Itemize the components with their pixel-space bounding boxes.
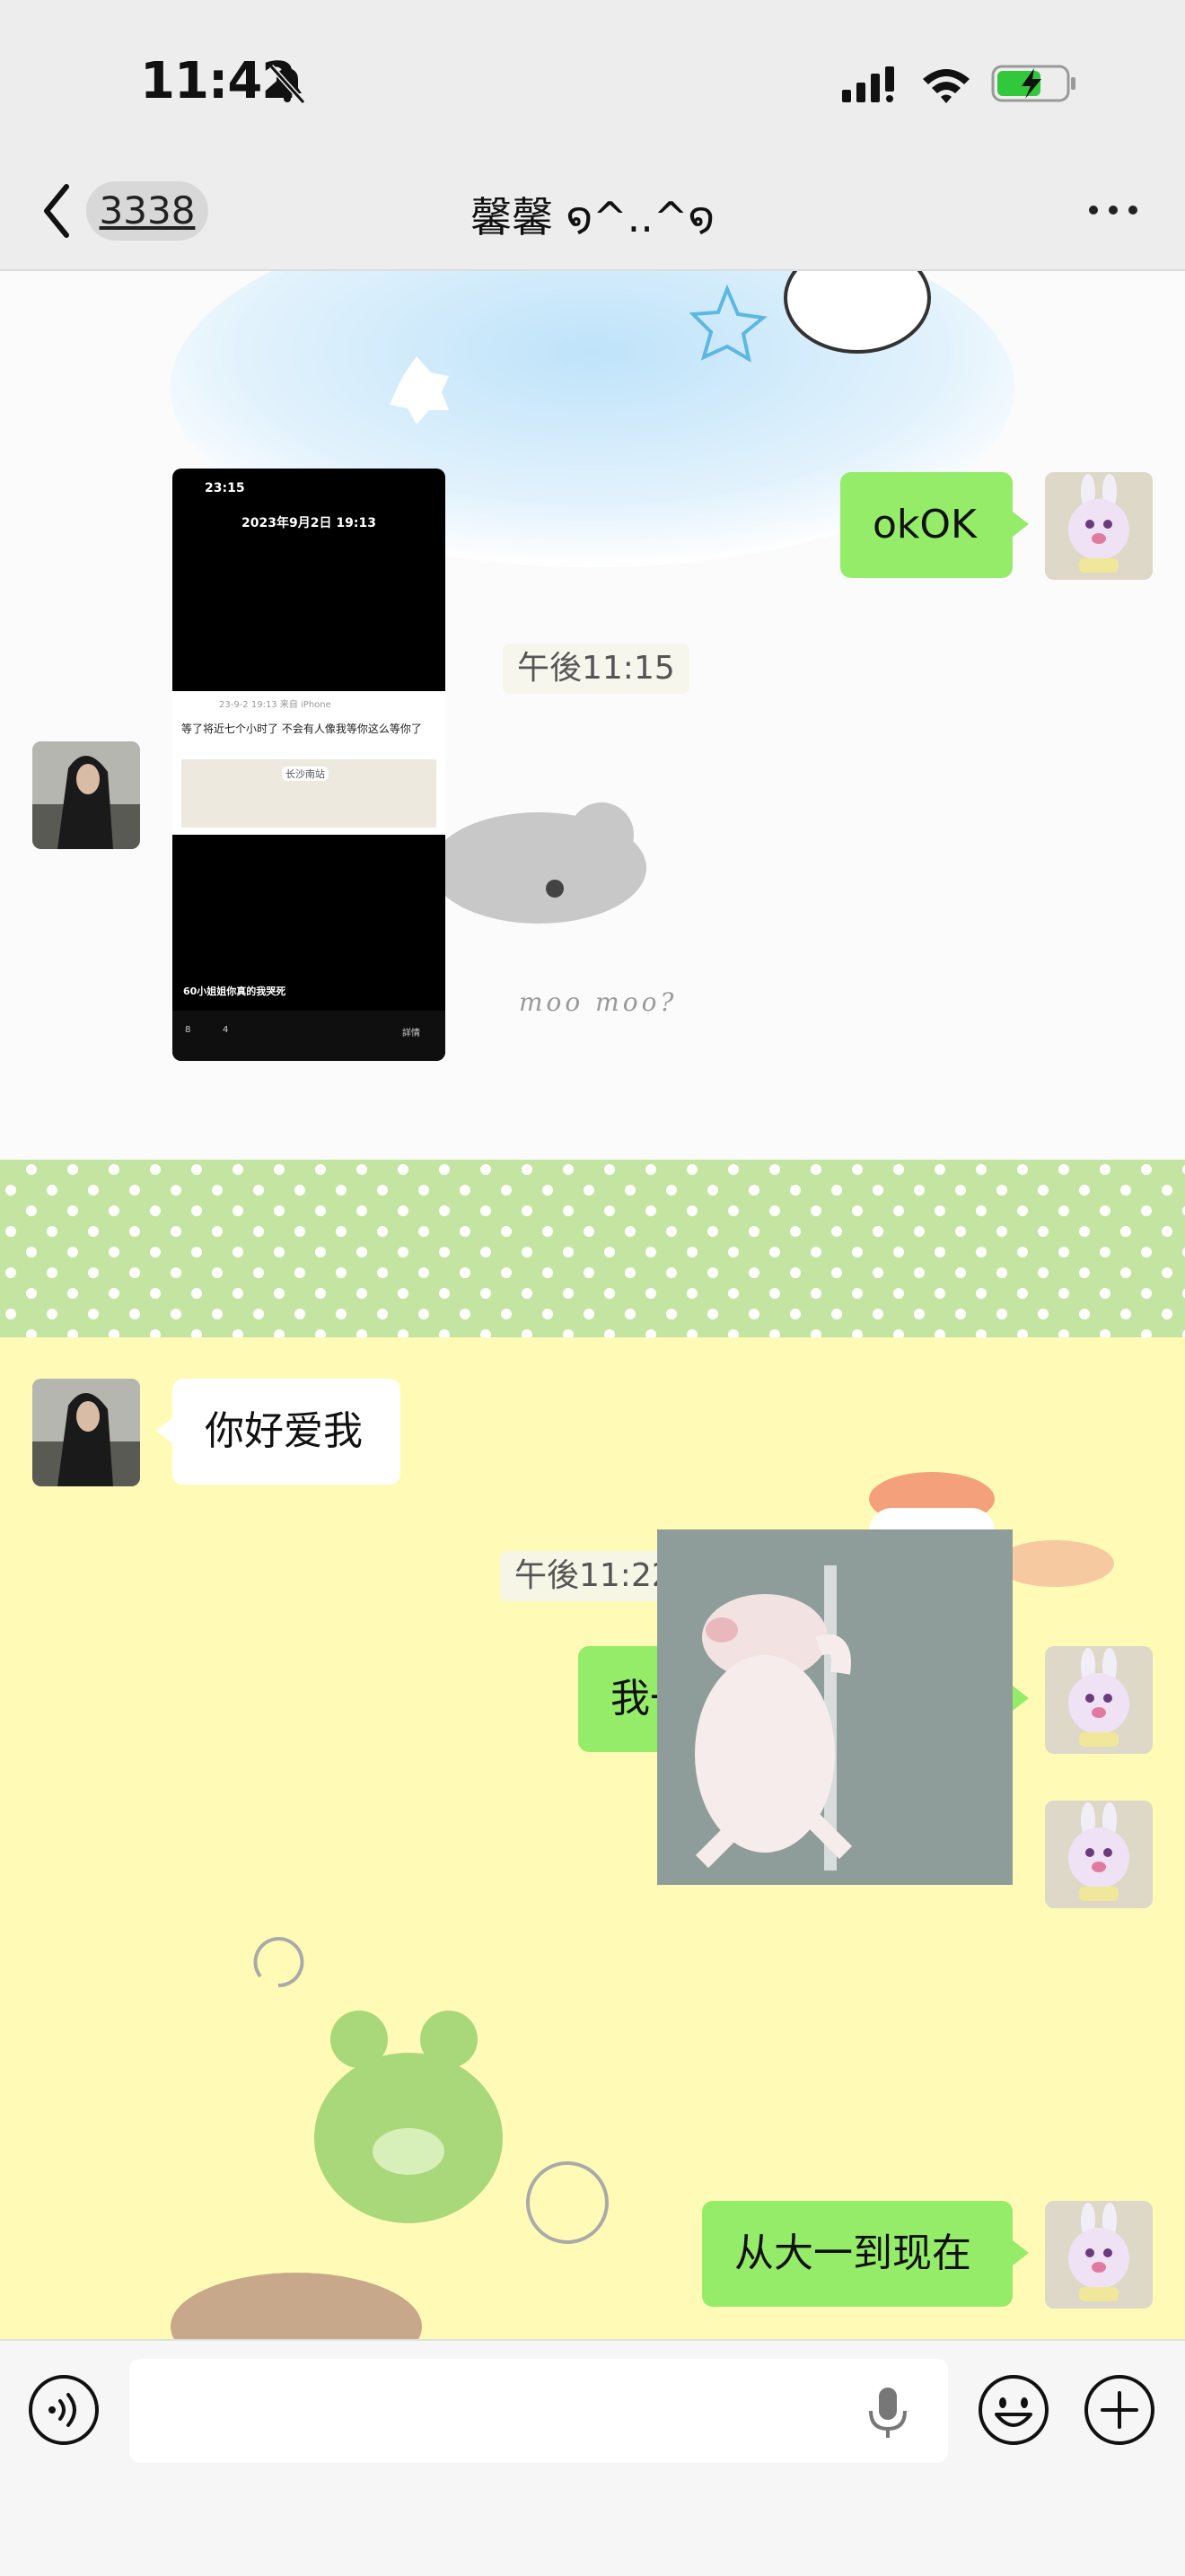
- screenshot-date: 2023年9月2日 19:13: [241, 516, 376, 530]
- screenshot-post-meta: 23-9-2 19:13 来自 iPhone: [219, 700, 331, 710]
- screenshot-post-card: 23-9-2 19:13 来自 iPhone 等了将近七个小时了 不会有人像我等…: [172, 691, 445, 835]
- screenshot-comment-count: 4: [223, 1025, 229, 1035]
- contact-photo-icon: [32, 1379, 140, 1486]
- contact-avatar[interactable]: [32, 1379, 140, 1486]
- plus-icon[interactable]: [1083, 2373, 1156, 2447]
- bunny-avatar-icon: [1045, 472, 1153, 580]
- bubble-tail: [1013, 2240, 1029, 2265]
- message-bubble-outgoing[interactable]: 从大一到现在: [702, 2201, 1013, 2307]
- bunny-avatar-icon: [1045, 1646, 1153, 1754]
- bunny-avatar-icon: [1045, 1801, 1153, 1908]
- screenshot-detail-link: 詳情: [402, 1029, 420, 1038]
- bell-muted-icon: [268, 64, 306, 105]
- screenshot-like-count: 8: [185, 1025, 191, 1035]
- screenshot-time: 23:15: [205, 481, 245, 495]
- message-bubble-incoming[interactable]: 你好爱我: [172, 1379, 400, 1485]
- image-message-pig-sticker[interactable]: [657, 1529, 1013, 1885]
- image-message-screenshot[interactable]: 23:15 2023年9月2日 19:13 23-9-2 19:13 来自 iP…: [172, 469, 445, 1061]
- screenshot-caption: 60小姐姐你真的我哭死: [183, 986, 286, 997]
- voice-icon[interactable]: [27, 2373, 101, 2447]
- cellular-signal-icon: [842, 66, 894, 102]
- chat-title: 馨馨 ໑^..^໑: [470, 193, 715, 241]
- my-avatar[interactable]: [1045, 472, 1153, 580]
- more-dots-icon[interactable]: [1086, 203, 1140, 217]
- screenshot-post-text: 等了将近七个小时了 不会有人像我等你这么等你了: [181, 723, 422, 735]
- message-bubble-outgoing[interactable]: okOK: [840, 472, 1013, 578]
- emoji-icon[interactable]: [977, 2373, 1050, 2447]
- battery-charging-icon: [991, 65, 1075, 102]
- contact-avatar[interactable]: [32, 741, 140, 849]
- screenshot-footer: 8 4 詳情: [172, 1011, 445, 1061]
- bubble-tail: [1013, 1686, 1029, 1711]
- bubble-tail: [156, 1418, 172, 1443]
- dancing-pig-image: [657, 1529, 1013, 1885]
- my-avatar[interactable]: [1045, 1801, 1153, 1908]
- bubble-tail: [1013, 512, 1029, 537]
- bunny-avatar-icon: [1045, 2201, 1153, 2309]
- microphone-icon[interactable]: [865, 2384, 910, 2441]
- screenshot-map-label: 长沙南站: [282, 767, 329, 781]
- my-avatar[interactable]: [1045, 1646, 1153, 1754]
- wifi-icon: [923, 69, 970, 103]
- screenshot-map: 长沙南站: [181, 759, 436, 828]
- timestamp: 午後11:15: [503, 644, 689, 694]
- contact-photo-icon: [32, 741, 140, 849]
- message-input[interactable]: [129, 2359, 948, 2463]
- my-avatar[interactable]: [1045, 2201, 1153, 2309]
- wallpaper-text: moo moo?: [519, 987, 678, 1017]
